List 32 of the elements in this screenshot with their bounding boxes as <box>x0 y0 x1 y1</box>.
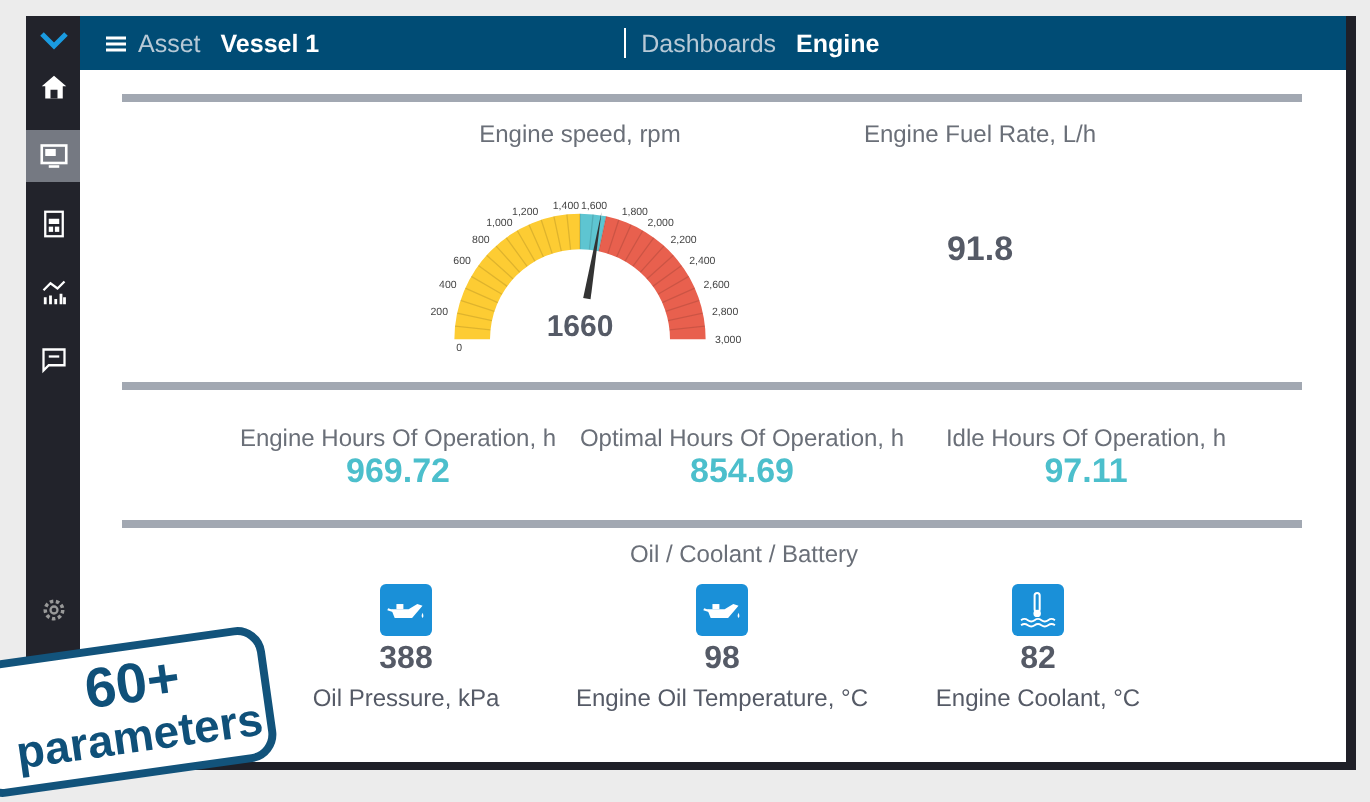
asset-name[interactable]: Vessel 1 <box>220 29 320 57</box>
metric-label: Oil Pressure, kPa <box>312 684 500 712</box>
metric-label: Engine Oil Temperature, °C <box>576 684 868 712</box>
chart-icon <box>39 278 67 306</box>
home-icon <box>39 74 67 102</box>
metric-title: Optimal Hours Of Operation, h <box>579 424 905 452</box>
fuel-rate-value: 91.8 <box>946 230 1014 270</box>
metric-label: Engine Coolant, °C <box>935 684 1141 712</box>
metric-value: 388 <box>379 642 433 678</box>
metric-value: 98 <box>704 642 740 678</box>
oil-can-icon <box>702 601 742 619</box>
monitor-icon <box>39 142 67 170</box>
metric-value: 969.72 <box>346 452 450 492</box>
metric-value: 97.11 <box>1044 452 1128 492</box>
metric-title: Engine Hours Of Operation, h <box>239 424 557 452</box>
oil-can-icon <box>386 601 426 619</box>
metric-value: 854.69 <box>690 452 794 492</box>
gauge-value: 1660 <box>546 309 614 344</box>
fuel-rate-title: Engine Fuel Rate, L/h <box>863 120 1097 148</box>
section-title: Oil / Coolant / Battery <box>627 540 861 568</box>
dashboards-label: Dashboards <box>641 29 777 57</box>
collapse-chevron-icon[interactable] <box>39 32 67 50</box>
menu-icon[interactable] <box>106 35 126 51</box>
metric-title: Idle Hours Of Operation, h <box>945 424 1227 452</box>
chat-icon <box>39 346 67 374</box>
settings-icon <box>39 596 67 624</box>
badge-text: 60+ <box>81 649 183 717</box>
gauge-title: Engine speed, rpm <box>479 120 681 148</box>
metric-value: 82 <box>1020 642 1056 678</box>
asset-label: Asset <box>138 29 201 57</box>
dashboard-name[interactable]: Engine <box>796 29 880 57</box>
report-icon <box>39 210 67 238</box>
